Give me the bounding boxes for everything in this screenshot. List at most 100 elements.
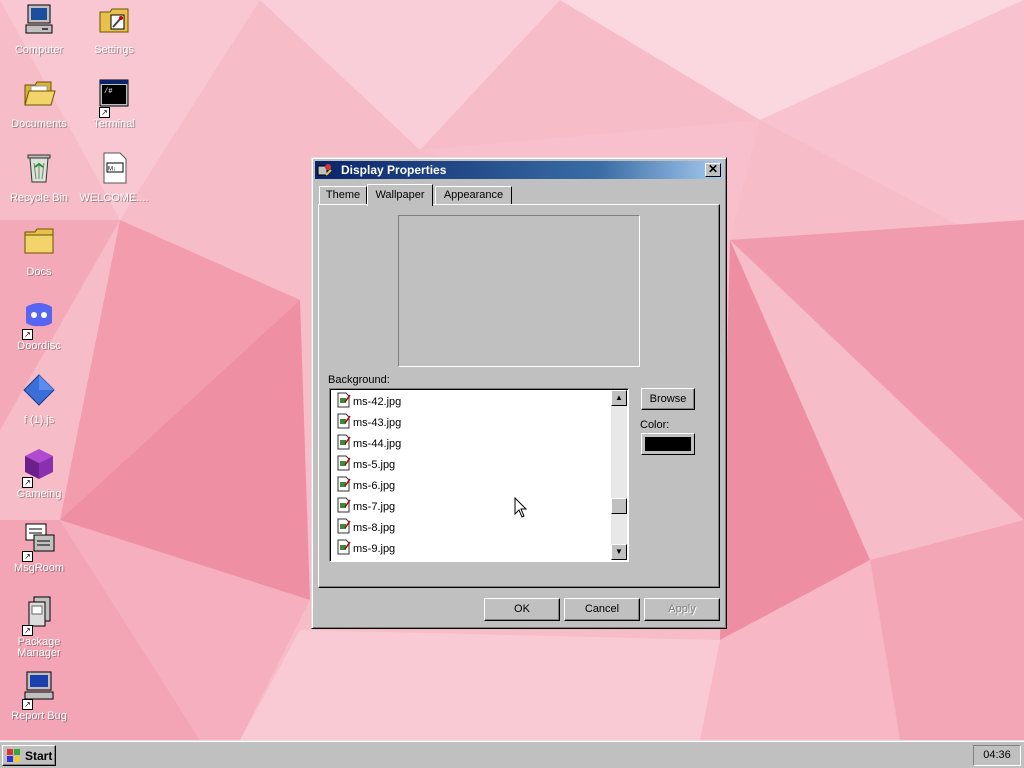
shortcut-arrow-icon: ↗ — [99, 107, 110, 118]
close-icon: ✕ — [707, 162, 719, 176]
desktop-icon-welcome[interactable]: M↓ WELCOME.... — [74, 151, 154, 204]
desktop-icon-report-bug[interactable]: ↗ Report Bug — [0, 669, 79, 722]
game-cube-icon — [25, 449, 53, 479]
desktop-icon-label: Terminal — [93, 118, 135, 130]
arrow-down-icon: ▼ — [615, 547, 623, 556]
start-logo-icon — [7, 749, 20, 762]
start-label: Start — [25, 749, 53, 763]
vertical-scrollbar[interactable]: ▲ ▼ — [611, 390, 627, 560]
taskbar: Start 04:36 — [0, 740, 1024, 768]
desktop-icon-msgroom[interactable]: ↗ MsgRoom — [0, 521, 79, 574]
file-name: ms-6.jpg — [353, 480, 396, 492]
tab-label: Theme — [325, 189, 361, 201]
desktop-icon-label: f (1).js — [23, 414, 55, 426]
computer-icon — [25, 4, 53, 34]
recycle-bin-icon — [27, 154, 51, 183]
background-label: Background: — [328, 374, 390, 386]
diamond-file-icon — [23, 374, 55, 406]
image-file-icon — [337, 434, 351, 450]
file-name: ms-43.jpg — [353, 417, 402, 429]
image-file-icon — [337, 455, 351, 471]
image-file-icon — [337, 476, 351, 492]
desktop-icon-label: Gameing — [16, 488, 62, 500]
title-bar[interactable]: Display Properties ✕ — [315, 161, 723, 179]
svg-text:/#: /# — [104, 88, 112, 96]
desktop-icon-computer[interactable]: Computer — [0, 3, 79, 56]
shortcut-arrow-icon: ↗ — [22, 329, 33, 340]
report-bug-icon — [24, 671, 54, 700]
scroll-down-button[interactable]: ▼ — [611, 544, 627, 560]
msgroom-icon — [25, 523, 55, 552]
desktop-icon-terminal[interactable]: /# ↗ Terminal — [74, 77, 154, 130]
file-name: ms-8.jpg — [353, 522, 396, 534]
doordisc-icon — [26, 303, 52, 327]
browse-button-label: Browse — [649, 393, 687, 405]
tab-label: Appearance — [443, 189, 504, 201]
shortcut-arrow-icon: ↗ — [22, 625, 33, 636]
clock-time: 04:36 — [983, 749, 1011, 761]
tab-wallpaper[interactable]: Wallpaper — [367, 184, 433, 206]
file-name: ms-7.jpg — [353, 501, 396, 513]
color-label: Color: — [640, 419, 670, 431]
desktop-icon-doordisc[interactable]: ↗ Doordisc — [0, 299, 79, 352]
tab-appearance[interactable]: Appearance — [435, 186, 512, 204]
desktop-icon-label: Documents — [11, 118, 67, 130]
image-file-icon — [337, 539, 351, 555]
terminal-icon: /# — [99, 79, 129, 107]
shortcut-arrow-icon: ↗ — [22, 551, 33, 562]
arrow-up-icon: ▲ — [615, 393, 623, 402]
desktop-icon-label: WELCOME.... — [79, 192, 149, 204]
wallpaper-preview — [398, 215, 640, 367]
markdown-file-icon: M↓ — [103, 152, 127, 184]
file-name: ms-44.jpg — [353, 438, 402, 450]
desktop-icon-settings[interactable]: Settings — [74, 3, 154, 56]
image-file-icon — [337, 497, 351, 513]
desktop-icon-f1js[interactable]: f (1).js — [0, 373, 79, 426]
desktop-icon-label: Report Bug — [11, 710, 67, 722]
file-name: ms-9.jpg — [353, 543, 396, 555]
desktop-icon-label: MsgRoom — [13, 562, 65, 574]
desktop-icon-label: Settings — [94, 44, 134, 56]
shortcut-arrow-icon: ↗ — [22, 699, 33, 710]
settings-folder-icon — [99, 8, 129, 33]
desktop-icon-label: Recycle Bin — [9, 192, 69, 204]
system-tray-clock[interactable]: 04:36 — [973, 745, 1021, 766]
file-name: ms-42.jpg — [353, 396, 402, 408]
desktop-icon-gameing[interactable]: ↗ Gameing — [0, 447, 79, 500]
folder-icon — [24, 228, 54, 254]
mouse-cursor-icon — [514, 497, 528, 518]
package-icon — [28, 596, 51, 627]
close-button[interactable]: ✕ — [705, 163, 721, 177]
color-picker-button[interactable] — [641, 433, 695, 455]
desktop-icon-documents[interactable]: Documents — [0, 77, 79, 130]
background-file-list[interactable]: ms-42.jpg ms-43.jpg ms-44.jpg ms-5.jpg m… — [329, 388, 629, 562]
tab-label: Wallpaper — [375, 189, 425, 201]
desktop-icon-label: Docs — [26, 266, 52, 278]
cancel-button-label: Cancel — [584, 603, 620, 615]
scroll-thumb[interactable] — [611, 498, 627, 514]
image-file-icon — [337, 392, 351, 408]
apply-button[interactable]: Apply — [644, 598, 720, 621]
cancel-button[interactable]: Cancel — [564, 598, 640, 621]
start-button[interactable]: Start — [2, 745, 56, 766]
ok-button-label: OK — [514, 603, 530, 615]
shortcut-arrow-icon: ↗ — [22, 477, 33, 488]
tab-theme[interactable]: Theme — [319, 186, 367, 204]
svg-text:M↓: M↓ — [108, 167, 116, 173]
file-name: ms-5.jpg — [353, 459, 396, 471]
image-file-icon — [337, 413, 351, 429]
apply-button-label: Apply — [668, 603, 696, 615]
ok-button[interactable]: OK — [484, 598, 560, 621]
open-folder-icon — [24, 81, 56, 106]
desktop-icon-label: Package Manager — [17, 636, 61, 659]
window-title: Display Properties — [341, 163, 447, 177]
browse-button[interactable]: Browse — [641, 388, 695, 410]
desktop-icon-label: Computer — [14, 44, 64, 56]
desktop-icon-label: Doordisc — [17, 340, 61, 352]
desktop-icon-docs[interactable]: Docs — [0, 225, 79, 278]
desktop-icon-recycle-bin[interactable]: Recycle Bin — [0, 151, 79, 204]
scroll-up-button[interactable]: ▲ — [611, 390, 627, 406]
desktop-icon-package-manager[interactable]: ↗ Package Manager — [0, 595, 79, 659]
color-swatch — [645, 437, 691, 451]
image-file-icon — [337, 518, 351, 534]
